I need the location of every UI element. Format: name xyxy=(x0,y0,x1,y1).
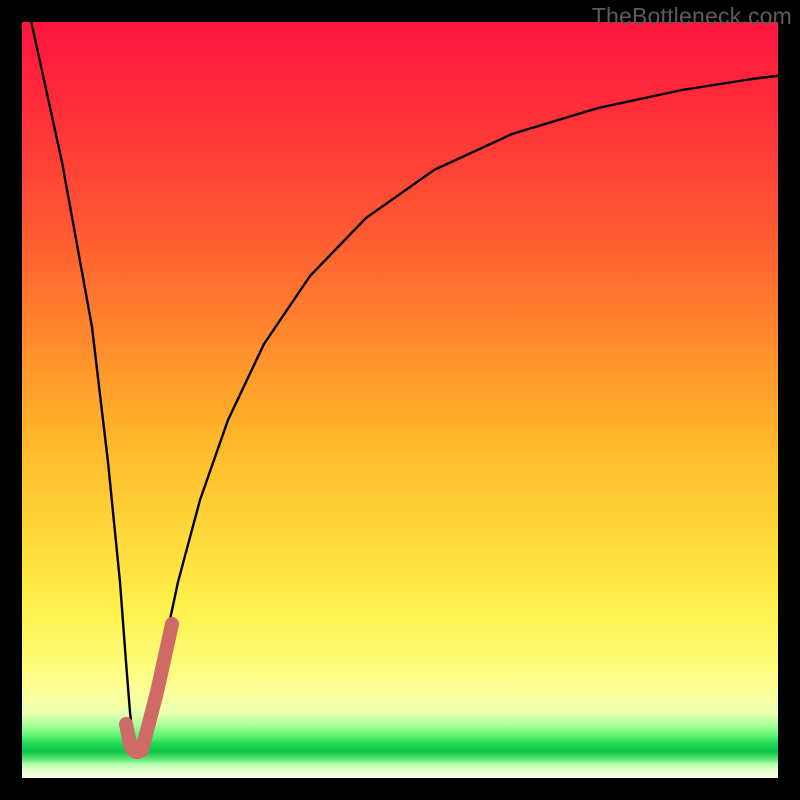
chart-container: TheBottleneck.com xyxy=(0,0,800,800)
plot-area xyxy=(22,22,778,778)
watermark-text: TheBottleneck.com xyxy=(592,3,792,30)
